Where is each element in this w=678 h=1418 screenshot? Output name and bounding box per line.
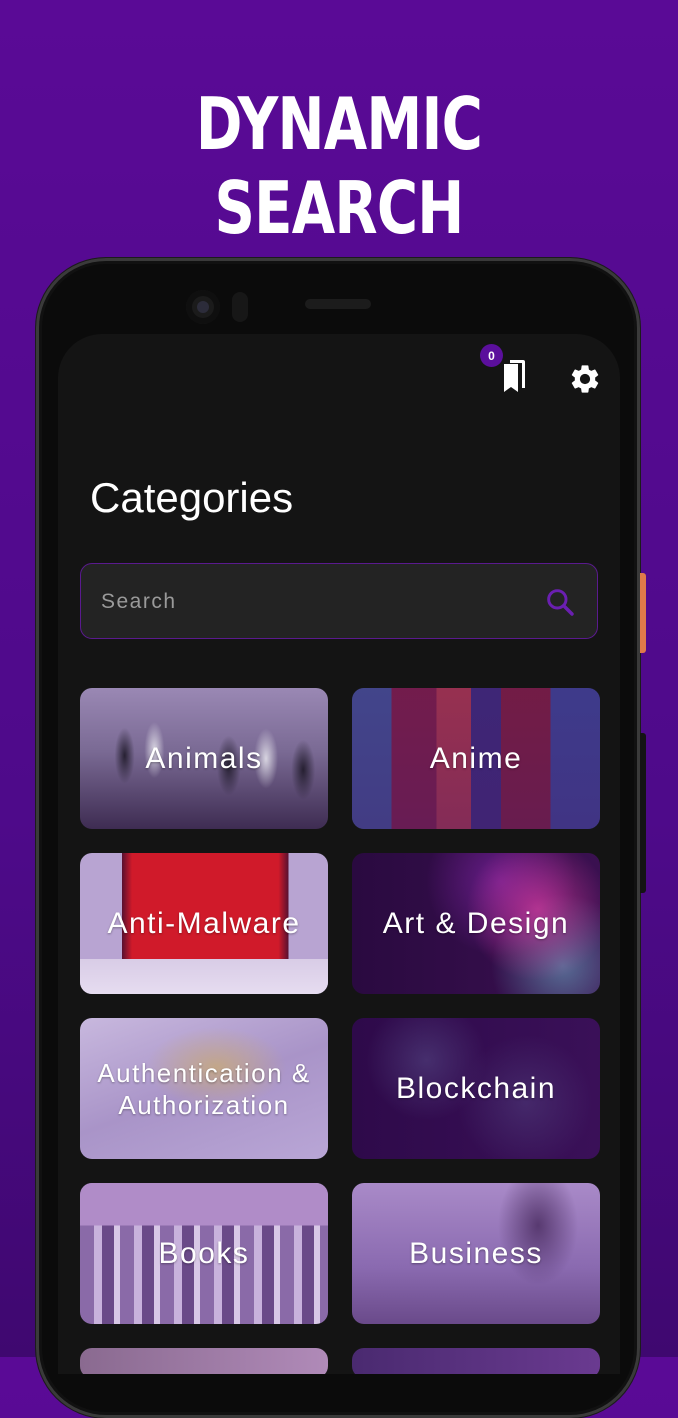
- settings-button[interactable]: [568, 362, 602, 396]
- earpiece-speaker: [305, 299, 371, 309]
- app-screen: 0 Categories Animals Anime Anti-Malware: [58, 334, 620, 1374]
- category-label: Anti-Malware: [107, 906, 301, 940]
- category-label: Business: [409, 1236, 543, 1270]
- category-card-art-design[interactable]: Art & Design: [352, 853, 600, 994]
- bookmark-count-badge: 0: [480, 344, 503, 367]
- category-card-partial[interactable]: [80, 1348, 328, 1374]
- category-card-books[interactable]: Books: [80, 1183, 328, 1324]
- volume-button: [640, 733, 646, 893]
- category-label: Blockchain: [395, 1071, 557, 1105]
- category-card-anime[interactable]: Anime: [352, 688, 600, 829]
- proximity-sensor: [232, 292, 248, 322]
- category-card-partial[interactable]: [352, 1348, 600, 1374]
- category-label: Authentication & Authorization: [97, 1057, 311, 1120]
- category-card-anti-malware[interactable]: Anti-Malware: [80, 853, 328, 994]
- category-label: Anime: [429, 741, 523, 775]
- search-icon[interactable]: [544, 586, 576, 618]
- category-card-animals[interactable]: Animals: [80, 688, 328, 829]
- category-card-business[interactable]: Business: [352, 1183, 600, 1324]
- category-label: Books: [158, 1236, 250, 1270]
- category-label: Animals: [145, 741, 263, 775]
- category-card-blockchain[interactable]: Blockchain: [352, 1018, 600, 1159]
- front-camera: [186, 290, 220, 324]
- search-bar: [80, 563, 598, 640]
- category-label: Art & Design: [382, 906, 570, 940]
- search-input[interactable]: [99, 564, 523, 640]
- category-card-authentication[interactable]: Authentication & Authorization: [80, 1018, 328, 1159]
- promo-headline: DYNAMIC SEARCH: [195, 82, 483, 250]
- gear-icon: [571, 365, 599, 393]
- power-button: [640, 573, 646, 653]
- page-title: Categories: [90, 474, 294, 521]
